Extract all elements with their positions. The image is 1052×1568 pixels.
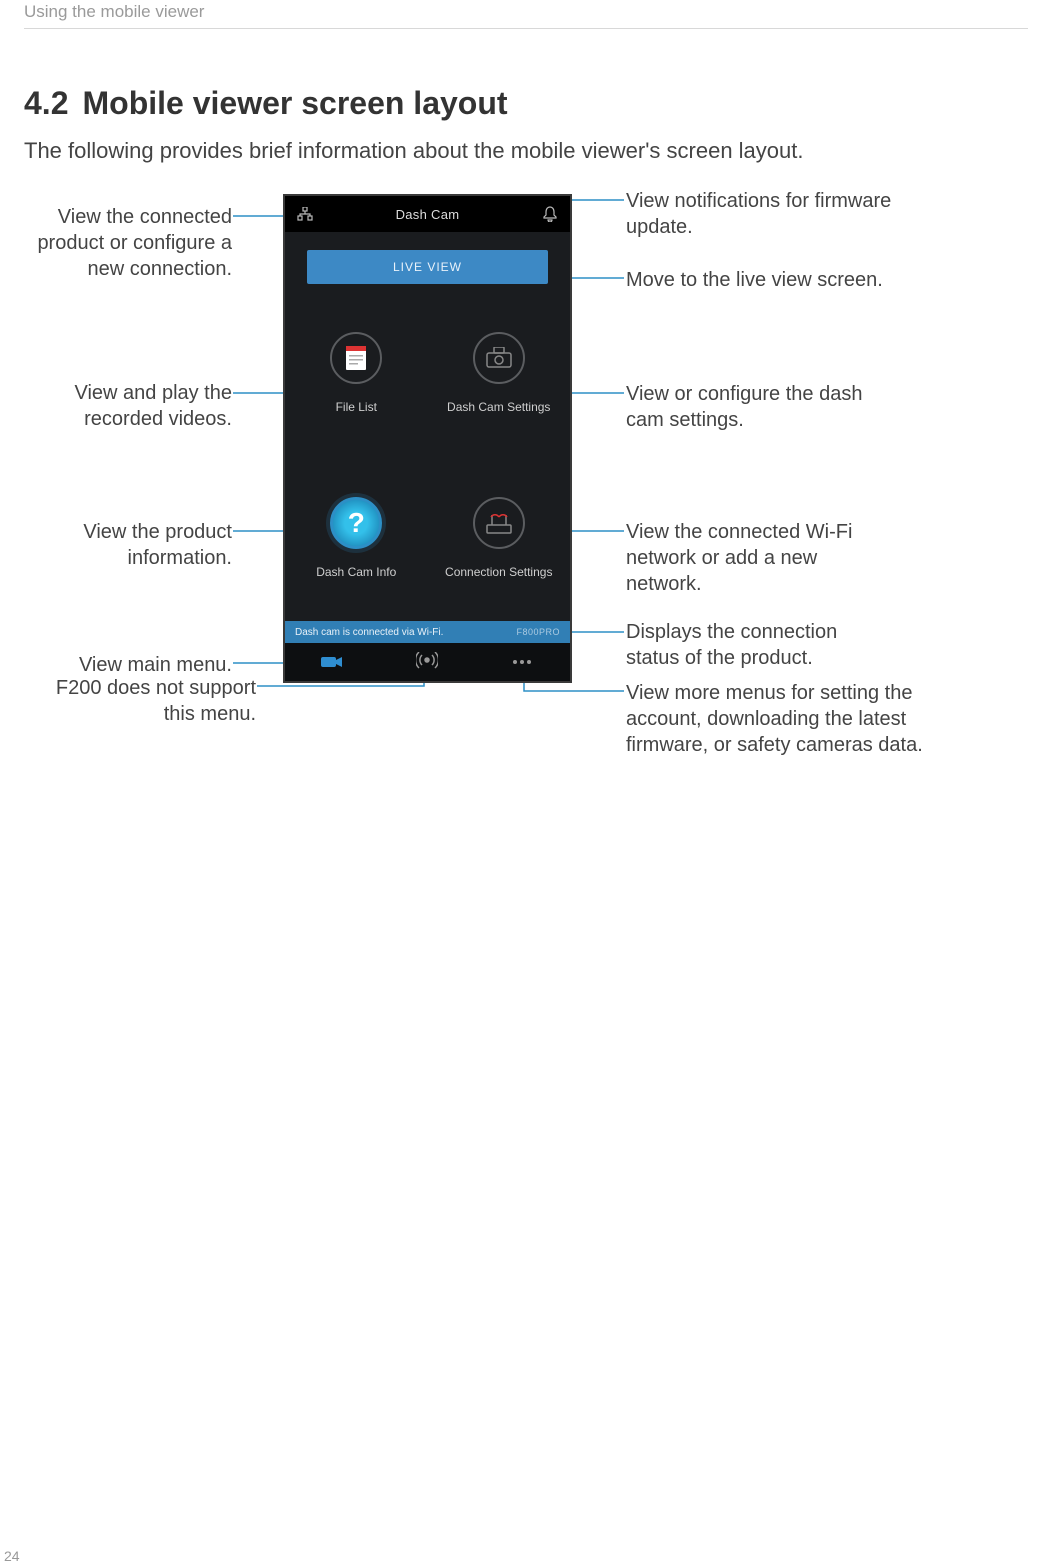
tile-info[interactable]: ? Dash Cam Info xyxy=(285,456,428,622)
callout-live-view: Move to the live view screen. xyxy=(626,267,886,293)
section-title-text: Mobile viewer screen layout xyxy=(82,85,507,121)
page-number: 24 xyxy=(4,1548,20,1564)
document-icon xyxy=(330,332,382,384)
nav-broadcast[interactable] xyxy=(380,643,474,681)
callout-connection-status: Displays the connection status of the pr… xyxy=(626,619,886,671)
more-icon xyxy=(512,659,532,665)
tile-file-list[interactable]: File List xyxy=(285,290,428,456)
nav-more[interactable] xyxy=(475,643,569,681)
live-view-button[interactable]: LIVE VIEW xyxy=(307,250,548,284)
broadcast-icon xyxy=(416,652,438,672)
network-icon[interactable] xyxy=(295,204,315,224)
dashcam-icon xyxy=(473,332,525,384)
tile-label: Connection Settings xyxy=(445,565,552,579)
question-icon: ? xyxy=(330,497,382,549)
callout-f200-note: F200 does not support this menu. xyxy=(26,675,256,727)
phone-mock: Dash Cam LIVE VIEW File List Dash Cam Se… xyxy=(283,194,572,683)
bottom-nav xyxy=(285,643,570,681)
tile-label: Dash Cam Info xyxy=(316,565,396,579)
tile-connection[interactable]: Connection Settings xyxy=(428,456,571,622)
callout-more-menus: View more menus for setting the account,… xyxy=(626,680,946,758)
tile-grid: File List Dash Cam Settings ? Dash Cam I… xyxy=(285,284,570,621)
nav-main-menu[interactable] xyxy=(285,643,379,681)
callout-connected-product: View the connected product or configure … xyxy=(32,204,232,282)
tile-settings[interactable]: Dash Cam Settings xyxy=(428,290,571,456)
status-message: Dash cam is connected via Wi-Fi. xyxy=(295,627,443,638)
section-intro: The following provides brief information… xyxy=(24,138,1028,164)
section-number: 4.2 xyxy=(24,85,68,121)
app-header: Dash Cam xyxy=(285,196,570,232)
live-view-section: LIVE VIEW xyxy=(285,232,570,284)
callout-wifi-network: View the connected Wi-Fi network or add … xyxy=(626,519,886,597)
router-icon xyxy=(473,497,525,549)
tile-label: File List xyxy=(336,400,377,414)
callout-notifications: View notifications for firmware update. xyxy=(626,188,926,240)
figure: Dash Cam LIVE VIEW File List Dash Cam Se… xyxy=(24,178,1028,808)
callout-dashcam-settings: View or configure the dash cam settings. xyxy=(626,381,886,433)
tile-label: Dash Cam Settings xyxy=(447,400,550,414)
bell-icon[interactable] xyxy=(540,204,560,224)
app-header-title: Dash Cam xyxy=(315,207,540,222)
connection-status-bar: Dash cam is connected via Wi-Fi. F800PRO xyxy=(285,621,570,643)
chapter-header: Using the mobile viewer xyxy=(24,0,1028,29)
status-device-name: F800PRO xyxy=(516,627,560,637)
callout-recorded-videos: View and play the recorded videos. xyxy=(32,380,232,432)
callout-product-info: View the product information. xyxy=(32,519,232,571)
section-title: 4.2 Mobile viewer screen layout xyxy=(24,85,1028,122)
camera-icon xyxy=(321,655,343,669)
